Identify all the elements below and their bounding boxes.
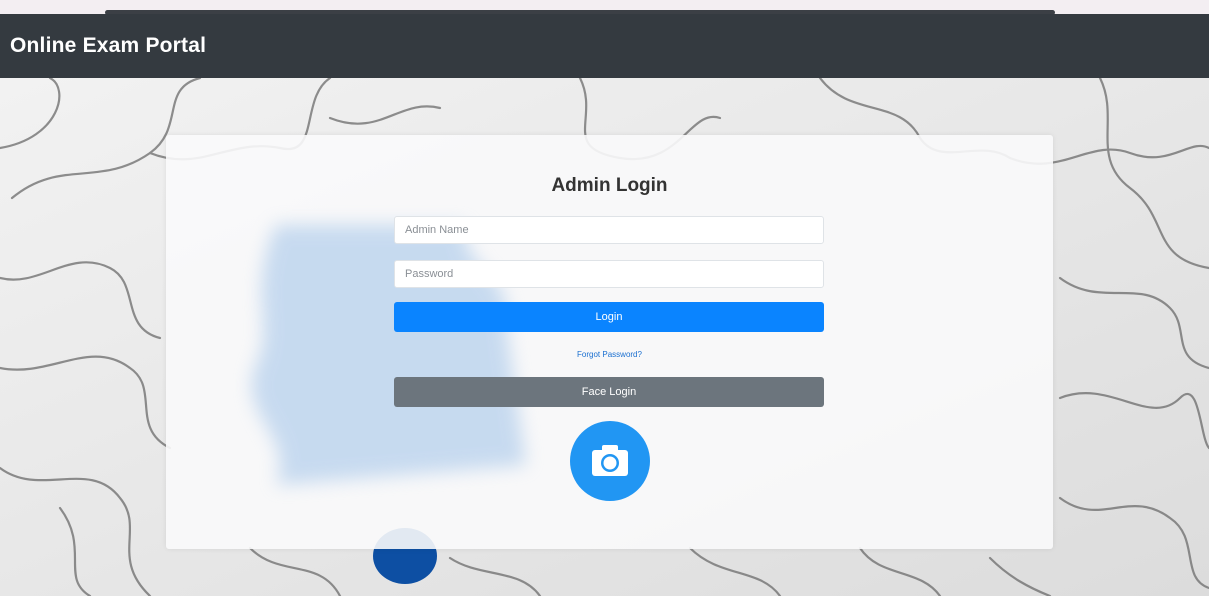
forgot-password-link[interactable]: Forgot Password? [166,350,1053,359]
face-login-button[interactable]: Face Login [394,377,824,407]
login-button[interactable]: Login [394,302,824,332]
camera-button[interactable] [570,421,650,501]
camera-icon [592,445,628,476]
window-top-strip [0,0,1209,15]
brand-link[interactable]: Online Exam Portal [10,34,206,58]
login-title: Admin Login [551,175,668,196]
navbar: Online Exam Portal [0,14,1209,78]
login-card: Admin Login Login Forgot Password? Face … [166,135,1053,549]
password-input[interactable] [394,260,824,288]
admin-name-input[interactable] [394,216,824,244]
